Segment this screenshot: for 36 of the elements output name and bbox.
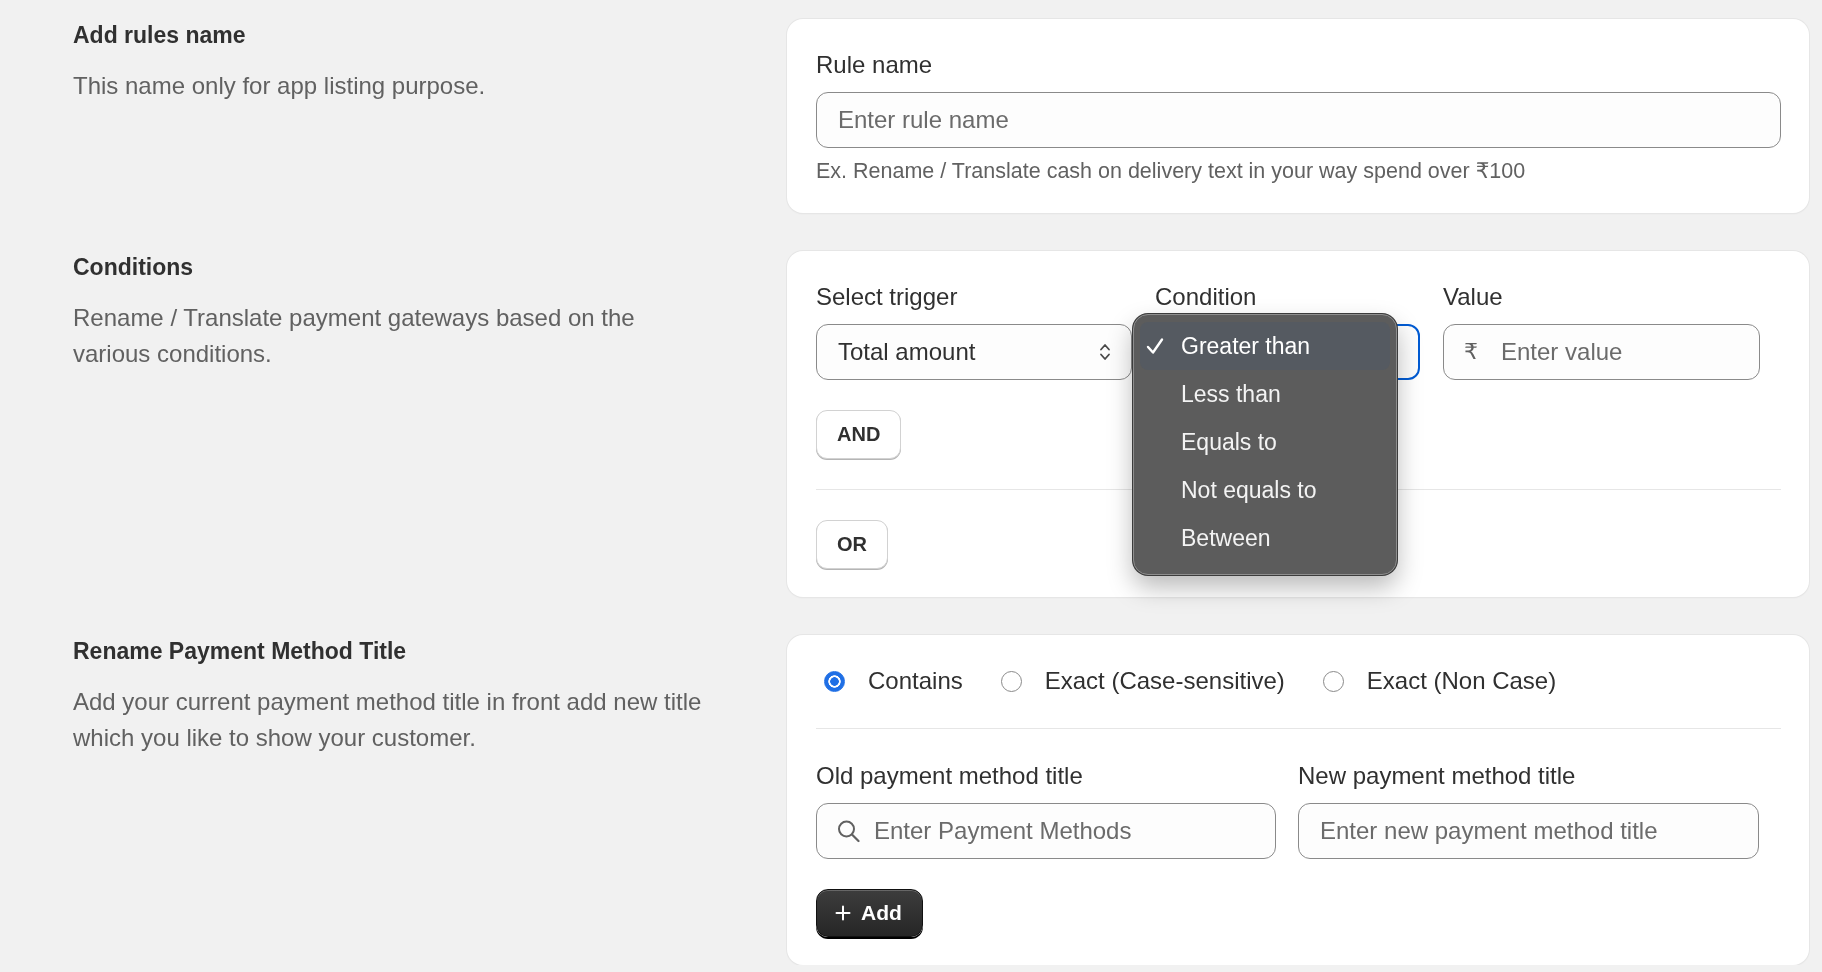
menu-item[interactable]: Between — [1140, 514, 1390, 562]
radio-label[interactable]: Exact (Non Case) — [1366, 663, 1557, 699]
rule-name-input[interactable]: Enter rule name — [816, 92, 1781, 148]
field-label: Old payment method title — [816, 761, 1083, 791]
section-description: This name only for app listing purpose. — [73, 71, 487, 101]
or-button[interactable]: OR — [816, 520, 888, 569]
field-label: Condition — [1155, 282, 1257, 312]
section-description: Rename / Translate payment gateways based on the various conditions. — [73, 303, 636, 369]
radio-button[interactable] — [824, 670, 845, 692]
field-label: Rule name — [816, 50, 933, 80]
checkmark-icon — [1146, 337, 1164, 355]
plus-icon — [835, 905, 851, 921]
add-button[interactable]: Add — [816, 889, 923, 937]
menu-item[interactable]: Equals to — [1140, 418, 1390, 466]
search-input[interactable]: Enter Payment Methods — [816, 803, 1276, 859]
section-description: Add your current payment method title in front add new title which you like to show your customer. — [73, 687, 703, 753]
section-heading: Add rules name — [73, 21, 246, 50]
field-label: Select trigger — [816, 282, 958, 312]
menu-item[interactable]: Greater than — [1140, 322, 1390, 370]
radio-label[interactable]: Contains — [868, 663, 963, 699]
section-heading: Rename Payment Method Title — [73, 637, 407, 666]
trigger-select[interactable]: Total amount — [816, 324, 1132, 380]
search-icon — [837, 819, 860, 843]
field-label: New payment method title — [1298, 761, 1576, 791]
and-button[interactable]: AND — [816, 410, 902, 459]
chevron-up-down-icon — [1099, 342, 1111, 362]
menu-item[interactable]: Not equals to — [1140, 466, 1390, 514]
radio-button[interactable] — [1000, 670, 1022, 692]
currency-symbol: ₹ — [1464, 339, 1478, 365]
field-label: Value — [1443, 282, 1503, 312]
new-title-input[interactable]: Enter new payment method title — [1298, 803, 1759, 859]
menu-item[interactable]: Less than — [1140, 370, 1390, 418]
radio-label[interactable]: Exact (Case-sensitive) — [1044, 663, 1285, 699]
section-heading: Conditions — [73, 253, 194, 282]
help-text: Ex. Rename / Translate cash on delivery text in your way spend over ₹100 — [816, 158, 1526, 185]
radio-button[interactable] — [1322, 670, 1344, 692]
